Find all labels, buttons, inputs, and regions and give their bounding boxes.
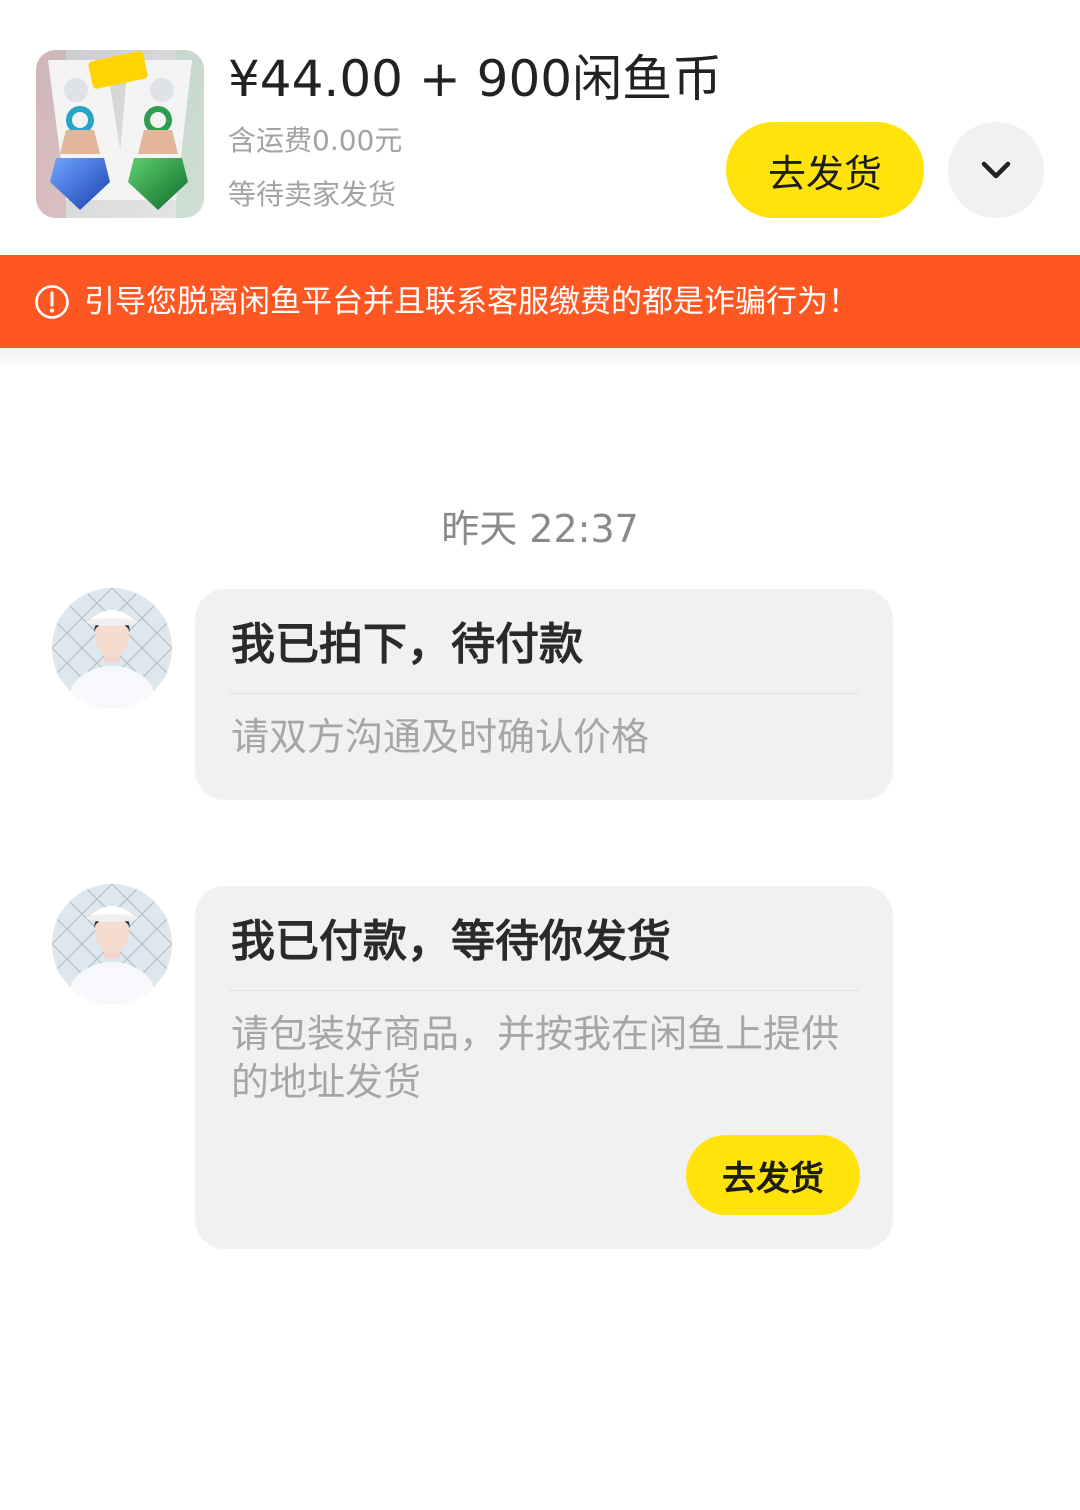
message-body: 请双方沟通及时确认价格	[231, 715, 650, 759]
user-avatar-image	[52, 588, 172, 708]
avatar[interactable]	[52, 884, 172, 1004]
message-title: 我已付款，等待你发货	[231, 916, 671, 967]
shipping-fee: 含运费0.00元	[228, 124, 403, 157]
card-divider	[229, 693, 859, 694]
message-card: 我已付款，等待你发货 请包装好商品，并按我在闲鱼上提供的地址发货 去发货	[195, 886, 893, 1249]
avatar[interactable]	[52, 588, 172, 708]
product-header: ¥44.00 + 900闲鱼币 含运费0.00元 等待卖家发货 去发货	[0, 0, 1080, 255]
message-body: 请包装好商品，并按我在闲鱼上提供的地址发货	[231, 1012, 840, 1104]
fraud-warning-banner: 引导您脱离闲鱼平台并且联系客服缴费的都是诈骗行为！	[0, 255, 1080, 348]
expand-button[interactable]	[948, 122, 1044, 218]
message-timestamp: 昨天 22:37	[441, 507, 639, 551]
product-price: ¥44.00 + 900闲鱼币	[228, 50, 723, 108]
order-status: 等待卖家发货	[228, 178, 397, 211]
card-ship-button[interactable]: 去发货	[686, 1135, 860, 1215]
card-divider	[229, 990, 859, 991]
ship-button[interactable]: 去发货	[726, 122, 924, 218]
chevron-down-icon	[981, 161, 1011, 179]
message-card: 我已拍下，待付款 请双方沟通及时确认价格	[195, 589, 893, 800]
product-image	[36, 50, 204, 218]
message-title: 我已拍下，待付款	[231, 619, 583, 670]
chat-page: ¥44.00 + 900闲鱼币 含运费0.00元 等待卖家发货 去发货 引导您脱…	[0, 0, 1080, 1510]
product-thumbnail[interactable]	[36, 50, 204, 218]
exclamation-circle-icon	[35, 285, 69, 319]
warning-text: 引导您脱离闲鱼平台并且联系客服缴费的都是诈骗行为！	[84, 284, 859, 320]
user-avatar-image	[52, 884, 172, 1004]
banner-shadow	[0, 348, 1080, 370]
